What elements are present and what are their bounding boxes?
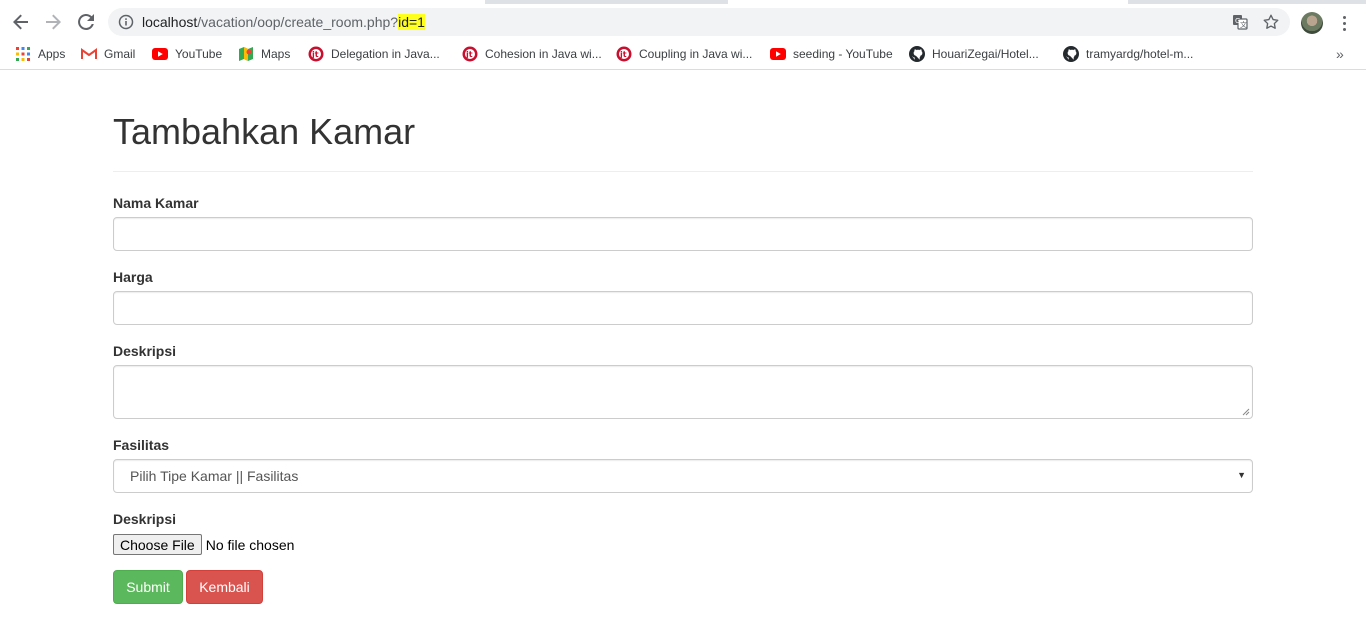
reload-icon[interactable] <box>74 10 98 34</box>
facilities-label: Fasilitas <box>113 437 170 453</box>
url-host: localhost <box>142 14 198 30</box>
bookmark-label: seeding - YouTube <box>793 47 893 61</box>
bookmark-maps[interactable]: Maps <box>238 45 290 63</box>
facilities-select[interactable]: Pilih Tipe Kamar || Fasilitas ▼ <box>113 459 1253 493</box>
back-button[interactable]: Kembali <box>186 570 263 604</box>
translate-icon[interactable]: G文 <box>1232 14 1248 30</box>
bookmark-tramyardg[interactable]: tramyardg/hotel-m... <box>1063 45 1193 63</box>
header-divider <box>113 171 1253 172</box>
javatpoint-icon: jt <box>308 46 324 62</box>
svg-text:文: 文 <box>1240 20 1247 29</box>
page-title: Tambahkan Kamar <box>113 111 416 152</box>
bookmark-label: HouariZegai/Hotel... <box>932 47 1039 61</box>
browser-toolbar: localhost/vacation/oop/create_room.php?i… <box>0 4 1366 40</box>
maps-icon <box>238 46 254 62</box>
bookmark-seeding[interactable]: seeding - YouTube <box>770 45 893 63</box>
info-icon[interactable] <box>118 14 134 30</box>
svg-text:jt: jt <box>619 50 627 59</box>
room-name-input[interactable] <box>113 217 1253 251</box>
file-input[interactable]: Choose File No file chosen <box>113 534 294 555</box>
price-input[interactable] <box>113 291 1253 325</box>
price-label: Harga <box>113 269 153 285</box>
bookmarks-overflow-button[interactable]: » <box>1336 46 1344 62</box>
description-label: Deskripsi <box>113 343 177 359</box>
bookmark-label: Gmail <box>104 47 136 61</box>
javatpoint-icon: jt <box>616 46 632 62</box>
bookmark-star-icon[interactable] <box>1262 13 1280 31</box>
file-label: Deskripsi <box>113 511 177 527</box>
description-textarea[interactable] <box>113 365 1253 419</box>
profile-avatar[interactable] <box>1301 12 1323 34</box>
bookmark-label: tramyardg/hotel-m... <box>1086 47 1194 61</box>
gmail-icon <box>81 46 97 62</box>
svg-text:jt: jt <box>465 50 473 59</box>
bookmark-label: Maps <box>261 47 291 61</box>
bookmark-label: Delegation in Java... <box>331 47 440 61</box>
bookmark-youtube[interactable]: YouTube <box>152 45 222 63</box>
browser-menu-icon[interactable] <box>1336 13 1352 33</box>
github-icon <box>909 46 925 62</box>
chevron-down-icon: ▼ <box>1237 470 1246 480</box>
javatpoint-icon: jt <box>462 46 478 62</box>
bookmark-coupling[interactable]: jt Coupling in Java wi... <box>616 45 752 63</box>
forward-icon[interactable] <box>41 10 65 34</box>
facilities-selected-value: Pilih Tipe Kamar || Fasilitas <box>130 468 299 484</box>
url-path: /vacation/oop/create_room.php? <box>197 14 399 30</box>
bookmark-delegation[interactable]: jt Delegation in Java... <box>308 45 440 63</box>
svg-text:jt: jt <box>311 50 319 59</box>
bookmark-apps[interactable]: Apps <box>15 45 65 63</box>
youtube-icon <box>152 46 168 62</box>
submit-button[interactable]: Submit <box>113 570 183 604</box>
youtube-icon <box>770 46 786 62</box>
bookmark-label: Coupling in Java wi... <box>639 47 753 61</box>
address-bar[interactable]: localhost/vacation/oop/create_room.php?i… <box>108 8 1290 36</box>
room-name-label: Nama Kamar <box>113 195 199 211</box>
url-highlighted-query: id=1 <box>398 14 425 30</box>
bookmark-houarizegai[interactable]: HouariZegai/Hotel... <box>909 45 1039 63</box>
bookmark-label: Apps <box>38 47 66 61</box>
resize-handle-icon[interactable] <box>1242 408 1250 416</box>
bookmark-label: YouTube <box>175 47 223 61</box>
bookmark-label: Cohesion in Java wi... <box>485 47 602 61</box>
file-status-text: No file chosen <box>205 536 295 553</box>
url-text[interactable]: localhost/vacation/oop/create_room.php?i… <box>142 13 425 31</box>
bookmark-gmail[interactable]: Gmail <box>81 45 135 63</box>
bookmark-cohesion[interactable]: jt Cohesion in Java wi... <box>462 45 602 63</box>
apps-grid-icon <box>15 46 31 62</box>
bookmarks-bar: Apps Gmail YouTube Maps jt Delegation in… <box>0 40 1366 70</box>
back-icon[interactable] <box>9 10 33 34</box>
github-icon <box>1063 46 1079 62</box>
choose-file-button[interactable]: Choose File <box>113 534 202 555</box>
